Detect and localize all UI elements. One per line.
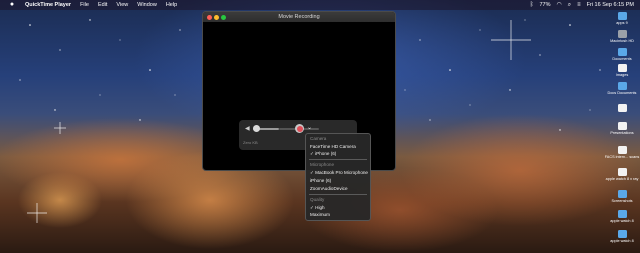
menu-item-iphone-mic[interactable]: iPhone (6)	[310, 178, 331, 183]
quality-header: Quality	[310, 197, 325, 202]
microphone-header: Microphone	[310, 162, 335, 167]
folder-icon	[617, 210, 627, 218]
search-icon[interactable]: ⌕	[568, 0, 571, 10]
minimize-button[interactable]	[214, 15, 219, 20]
desktop-icon[interactable]: Docs Documents	[604, 82, 640, 96]
desktop-icon[interactable]: apple watch 8	[604, 210, 640, 224]
document-icon	[617, 104, 627, 112]
folder-icon	[617, 12, 627, 20]
camera-header: Camera	[310, 136, 327, 141]
menu-help[interactable]: Help	[166, 0, 177, 10]
battery-percent[interactable]: 77%	[539, 0, 550, 10]
volume-icon: ◀	[245, 126, 250, 132]
desktop-icon[interactable]: apps 9	[604, 12, 640, 26]
menu-item-maximum[interactable]: Maximum	[310, 212, 330, 217]
control-center-icon[interactable]: ≡	[577, 0, 581, 10]
close-button[interactable]	[207, 15, 212, 20]
file-size-label: Zero KB	[243, 140, 258, 145]
bluetooth-icon[interactable]: ᛒ	[530, 0, 534, 10]
volume-slider-knob[interactable]	[253, 125, 260, 132]
menu-edit[interactable]: Edit	[98, 0, 107, 10]
folder-icon	[617, 48, 627, 56]
menu-bar: ● QuickTime Player File Edit View Window…	[0, 0, 640, 10]
menu-window[interactable]: Window	[137, 0, 157, 10]
menu-item-facetime-camera[interactable]: FaceTime HD Camera	[310, 144, 356, 149]
folder-icon	[617, 190, 627, 198]
wifi-icon[interactable]: ◠	[556, 0, 561, 10]
menu-divider	[309, 194, 367, 195]
menu-file[interactable]: File	[80, 0, 89, 10]
desktop-icon[interactable]: Documents	[604, 48, 640, 62]
document-icon	[617, 168, 627, 176]
drive-icon	[617, 30, 627, 38]
folder-icon	[617, 230, 627, 238]
desktop-icon[interactable]: FACS intern... scans	[604, 146, 640, 160]
window-titlebar[interactable]: Movie Recording	[203, 12, 395, 22]
desktop-icon[interactable]	[604, 104, 640, 113]
desktop-icon[interactable]: Macintosh HD	[604, 30, 640, 44]
document-icon	[617, 146, 627, 154]
menu-item-zoom-audio[interactable]: ZoomAudioDevice	[310, 186, 348, 191]
menu-divider	[309, 159, 367, 160]
desktop-icon[interactable]: apple watch 8	[604, 230, 640, 244]
status-area: ᛒ 77% ◠ ⌕ ≡ Fri 16 Sep 6:15 PM	[530, 0, 634, 10]
menu-item-macbook-mic[interactable]: ✓ MacBook Pro Microphone	[310, 170, 368, 176]
menu-item-high[interactable]: ✓ High	[310, 205, 325, 211]
folder-icon	[617, 82, 627, 90]
desktop-icon[interactable]: apple watch 8 x ray	[604, 168, 640, 182]
desktop-icon[interactable]: Screenshots	[604, 190, 640, 204]
desktop-icon[interactable]: Presentations	[604, 122, 640, 136]
clock[interactable]: Fri 16 Sep 6:15 PM	[587, 0, 634, 10]
zoom-button[interactable]	[221, 15, 226, 20]
record-button[interactable]	[295, 124, 304, 133]
menu-app-name[interactable]: QuickTime Player	[25, 0, 71, 10]
menu-view[interactable]: View	[116, 0, 128, 10]
window-title: Movie Recording	[278, 14, 320, 20]
apple-menu-icon[interactable]: ●	[8, 0, 16, 10]
image-file-icon	[617, 64, 627, 72]
presentation-icon	[617, 122, 627, 130]
desktop-icons: apps 9 Macintosh HD Documents Images Doc…	[604, 10, 640, 253]
desktop-icon[interactable]: Images	[604, 64, 640, 78]
options-menu: Camera FaceTime HD Camera ✓ iPhone (6) M…	[305, 133, 371, 221]
menu-item-iphone-camera[interactable]: ✓ iPhone (6)	[310, 151, 336, 157]
options-chevron-icon[interactable]: ⌄	[307, 124, 312, 131]
